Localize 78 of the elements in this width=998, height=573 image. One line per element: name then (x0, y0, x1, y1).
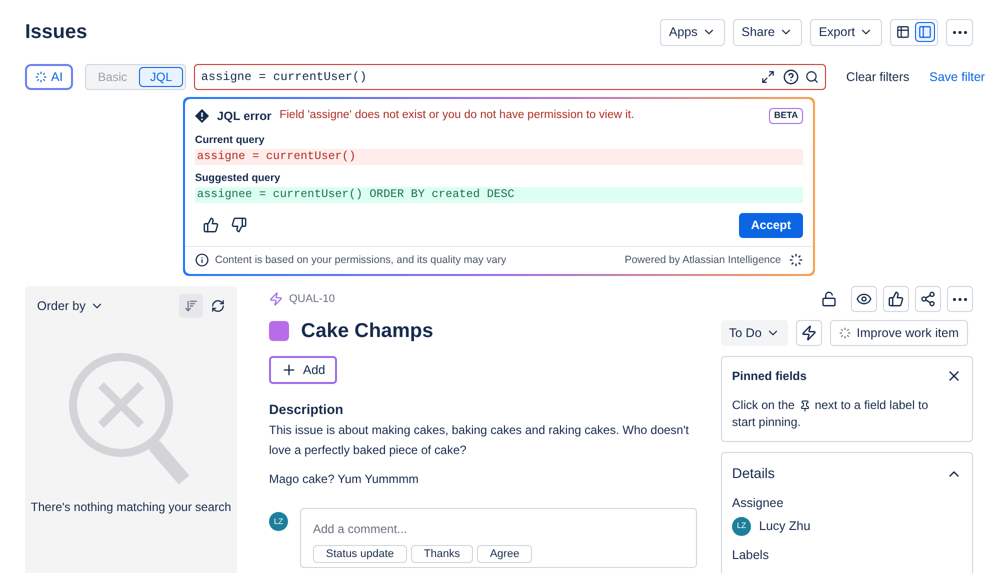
pinned-title: Pinned fields (732, 368, 807, 385)
field-label: Labels (732, 546, 770, 564)
comment-box[interactable]: Add a comment... Status update Thanks Agree (300, 508, 697, 568)
panel-icon (918, 25, 932, 39)
improve-button[interactable]: Improve work item (830, 320, 968, 346)
user-avatar: LZ (732, 516, 751, 536)
expand-icon[interactable] (761, 70, 776, 84)
header-button[interactable]: Share (732, 18, 802, 46)
header-button[interactable]: Apps (660, 18, 724, 46)
warning-icon (195, 109, 209, 123)
eye-icon (856, 291, 872, 307)
pinned-hint: start pinning. (732, 414, 802, 431)
sparkle-icon (35, 71, 47, 83)
query-text: assigne = currentUser() (201, 69, 368, 86)
note-text: Mago cake? Yum Yummmm (269, 471, 420, 488)
thumbs-down-icon[interactable] (231, 217, 247, 233)
details-title: Details (732, 464, 775, 483)
suggested-query: assignee = currentUser() ORDER BY created DESC (195, 186, 803, 202)
issue-key[interactable]: QUAL-10 (289, 290, 335, 308)
info-icon (195, 253, 209, 268)
beta-badge: BETA (769, 108, 803, 124)
description-heading: Description (269, 401, 344, 419)
lock-icon[interactable] (821, 291, 837, 307)
current-query: assigne = currentUser() (195, 148, 803, 165)
issue-title: Cake Champs (301, 319, 434, 344)
quick-reply-button[interactable]: Agree (476, 545, 532, 564)
search-icon[interactable] (805, 70, 820, 84)
add-button[interactable]: Add (269, 356, 338, 384)
user-avatar: LZ (269, 512, 288, 532)
order-by-button[interactable]: Order by (37, 296, 104, 316)
suggested-query-label: Suggested query (195, 170, 282, 186)
sparkle-icon (838, 327, 851, 339)
like-button[interactable] (883, 286, 909, 312)
view-toggle[interactable] (915, 22, 935, 42)
more-icon (952, 30, 966, 34)
automation-button[interactable] (796, 320, 822, 346)
error-message: Field 'assigne' does not exist or you do not have permission to view it. (279, 108, 636, 124)
issue-type-swatch (269, 321, 289, 341)
watch-button[interactable] (851, 286, 877, 312)
header-button[interactable]: Export (810, 18, 882, 46)
pinned-hint: Click on the (732, 397, 795, 414)
field-label: Assignee (732, 495, 784, 512)
thumbs-up-icon (888, 291, 904, 307)
field-value: Lucy Zhu (759, 518, 810, 535)
clear-filters-button[interactable]: Clear filters (846, 68, 910, 86)
more-icon (953, 298, 967, 300)
footer-note: Content is based on your permissions, and its quality may vary (215, 252, 506, 268)
description-text: This issue is about making cakes, baking cakes and raking cakes. Who doesn't love a perfectly baked piece of cake? (269, 422, 690, 460)
lightning-icon (800, 325, 817, 341)
status-dropdown[interactable]: To Do (721, 320, 788, 346)
sort-button[interactable] (179, 294, 203, 318)
mode-tab[interactable]: JQL (139, 67, 184, 87)
ai-button[interactable]: AI (25, 64, 73, 90)
more-button[interactable] (947, 286, 973, 312)
pinned-hint: next to a field label to (814, 397, 928, 414)
quick-reply-button[interactable]: Thanks (410, 545, 473, 564)
share-button[interactable] (915, 286, 941, 312)
query-field[interactable]: assigne = currentUser() (194, 64, 826, 90)
comment-placeholder: Add a comment... (313, 522, 408, 536)
quick-reply-button[interactable]: Status update (313, 545, 407, 564)
help-icon[interactable] (783, 69, 800, 85)
accept-button[interactable]: Accept (738, 212, 803, 238)
error-title: JQL error (217, 108, 272, 125)
lightning-icon (269, 292, 283, 306)
empty-message: There's nothing matching your search (30, 499, 232, 516)
powered-by-text: Powered by Atlassian Intelligence (624, 252, 781, 268)
current-query-label: Current query (195, 133, 266, 148)
sparkle-icon (789, 253, 803, 268)
save-filter-link[interactable]: Save filter (929, 68, 985, 86)
refresh-icon[interactable] (211, 299, 225, 313)
sort-icon (184, 299, 198, 313)
share-icon (920, 291, 936, 307)
pin-icon (798, 400, 811, 412)
table-icon (896, 25, 910, 39)
thumbs-up-icon[interactable] (203, 217, 219, 233)
more-button[interactable] (946, 18, 973, 46)
page-title: Issues (25, 20, 88, 45)
plus-icon (281, 362, 297, 378)
